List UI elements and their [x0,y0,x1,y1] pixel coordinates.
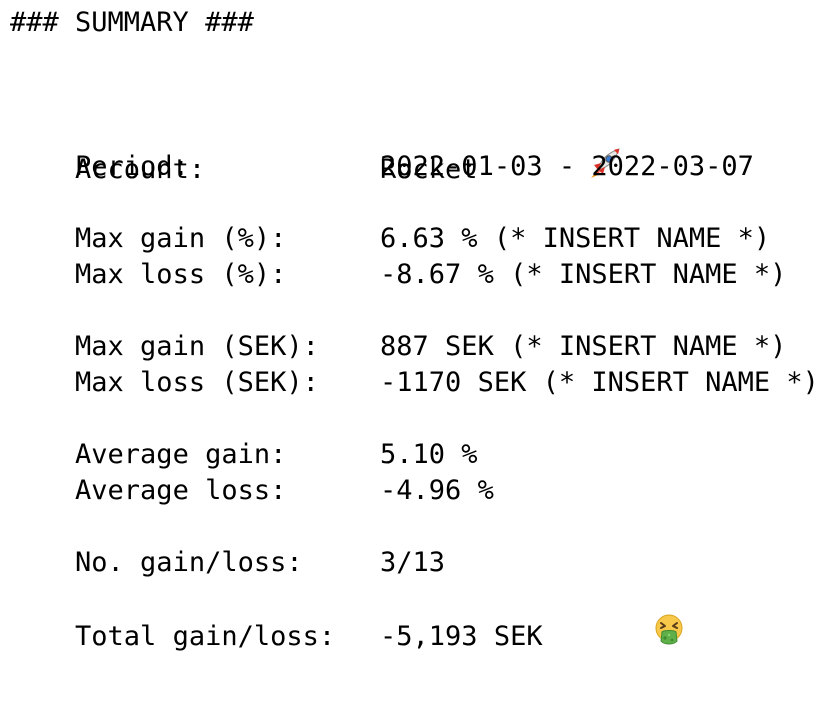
average-loss-label: Average loss: [75,475,287,506]
max-loss-pct-value: -8.67 % (* INSERT NAME *) [380,259,787,290]
summary-output: ### SUMMARY ### Account: Rocket Period: 20… [10,6,816,652]
total-gain-loss-label: Total gain/loss: [75,621,336,652]
average-gain-row: Average gain: 5.10 % [10,404,478,470]
total-gain-loss-value: -5,193 SEK [380,621,543,652]
total-gain-loss-row: Total gain/loss: -5,193 SEK [10,548,686,652]
period-value: 2022-01-03 - 2022-03-07 [380,151,754,182]
max-loss-sek-row: Max loss (SEK): -1170 SEK (* INSERT NAME … [10,332,816,398]
vomiting-face-icon [555,579,687,690]
max-gain-sek-row: Max gain (SEK): 887 SEK (* INSERT NAME *) [10,296,786,362]
gain-loss-count-row: No. gain/loss: 3/13 [10,512,445,578]
period-label: Period: [75,151,189,182]
max-loss-pct-label: Max loss (%): [75,259,287,290]
max-gain-pct-row: Max gain (%): 6.63 % (* INSERT NAME *) [10,188,770,254]
period-row: Period: 2022-01-03 - 2022-03-07 [10,116,754,182]
max-loss-sek-value: -1170 SEK (* INSERT NAME *) [380,367,816,398]
max-loss-sek-label: Max loss (SEK): [75,367,319,398]
max-loss-pct-row: Max loss (%): -8.67 % (* INSERT NAME *) [10,224,786,290]
average-loss-row: Average loss: -4.96 % [10,440,494,506]
summary-header: ### SUMMARY ### [10,7,254,38]
average-loss-value: -4.96 % [380,475,494,506]
account-row: Account: Rocket [10,80,623,185]
